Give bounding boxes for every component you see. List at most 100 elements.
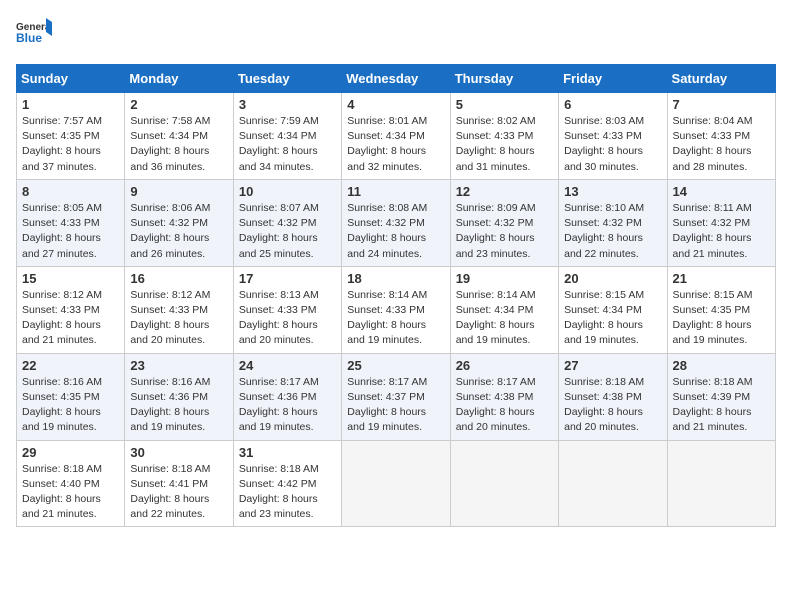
day-info: Sunrise: 7:58 AM Sunset: 4:34 PM Dayligh… <box>130 114 227 175</box>
day-number: 24 <box>239 358 336 373</box>
day-info: Sunrise: 8:05 AM Sunset: 4:33 PM Dayligh… <box>22 201 119 262</box>
day-info: Sunrise: 8:18 AM Sunset: 4:42 PM Dayligh… <box>239 462 336 523</box>
day-info: Sunrise: 8:17 AM Sunset: 4:38 PM Dayligh… <box>456 375 553 436</box>
day-info: Sunrise: 8:04 AM Sunset: 4:33 PM Dayligh… <box>673 114 770 175</box>
calendar-week-row: 15 Sunrise: 8:12 AM Sunset: 4:33 PM Dayli… <box>17 266 776 353</box>
day-number: 8 <box>22 184 119 199</box>
calendar-day-cell <box>559 440 667 527</box>
day-number: 19 <box>456 271 553 286</box>
day-info: Sunrise: 8:16 AM Sunset: 4:35 PM Dayligh… <box>22 375 119 436</box>
day-info: Sunrise: 8:14 AM Sunset: 4:34 PM Dayligh… <box>456 288 553 349</box>
calendar-week-row: 29 Sunrise: 8:18 AM Sunset: 4:40 PM Dayli… <box>17 440 776 527</box>
day-info: Sunrise: 8:03 AM Sunset: 4:33 PM Dayligh… <box>564 114 661 175</box>
day-info: Sunrise: 8:12 AM Sunset: 4:33 PM Dayligh… <box>22 288 119 349</box>
day-number: 31 <box>239 445 336 460</box>
weekday-header-wednesday: Wednesday <box>342 65 450 93</box>
calendar-day-cell: 15 Sunrise: 8:12 AM Sunset: 4:33 PM Dayli… <box>17 266 125 353</box>
logo-icon: General Blue <box>16 16 52 52</box>
calendar-day-cell: 7Sunrise: 8:04 AM Sunset: 4:33 PM Daylig… <box>667 93 775 180</box>
day-number: 10 <box>239 184 336 199</box>
calendar-day-cell: 5 Sunrise: 8:02 AM Sunset: 4:33 PM Daylig… <box>450 93 558 180</box>
day-number: 3 <box>239 97 336 112</box>
calendar-day-cell: 25 Sunrise: 8:17 AM Sunset: 4:37 PM Dayli… <box>342 353 450 440</box>
calendar-day-cell: 8 Sunrise: 8:05 AM Sunset: 4:33 PM Daylig… <box>17 179 125 266</box>
calendar-day-cell: 9Sunrise: 8:06 AM Sunset: 4:32 PM Daylig… <box>125 179 233 266</box>
day-number: 14 <box>673 184 770 199</box>
calendar-day-cell: 27Sunrise: 8:18 AM Sunset: 4:38 PM Dayli… <box>559 353 667 440</box>
weekday-header-row: SundayMondayTuesdayWednesdayThursdayFrid… <box>17 65 776 93</box>
day-info: Sunrise: 8:17 AM Sunset: 4:37 PM Dayligh… <box>347 375 444 436</box>
day-info: Sunrise: 8:15 AM Sunset: 4:34 PM Dayligh… <box>564 288 661 349</box>
day-number: 26 <box>456 358 553 373</box>
day-number: 12 <box>456 184 553 199</box>
day-info: Sunrise: 8:18 AM Sunset: 4:41 PM Dayligh… <box>130 462 227 523</box>
calendar-day-cell: 21Sunrise: 8:15 AM Sunset: 4:35 PM Dayli… <box>667 266 775 353</box>
day-number: 20 <box>564 271 661 286</box>
day-number: 29 <box>22 445 119 460</box>
day-number: 9 <box>130 184 227 199</box>
day-info: Sunrise: 8:07 AM Sunset: 4:32 PM Dayligh… <box>239 201 336 262</box>
day-number: 4 <box>347 97 444 112</box>
calendar-day-cell: 26 Sunrise: 8:17 AM Sunset: 4:38 PM Dayli… <box>450 353 558 440</box>
day-number: 13 <box>564 184 661 199</box>
svg-text:Blue: Blue <box>16 31 42 45</box>
calendar-day-cell: 2 Sunrise: 7:58 AM Sunset: 4:34 PM Daylig… <box>125 93 233 180</box>
day-number: 5 <box>456 97 553 112</box>
calendar-week-row: 1 Sunrise: 7:57 AM Sunset: 4:35 PM Daylig… <box>17 93 776 180</box>
logo-container: General Blue <box>16 16 52 52</box>
day-number: 1 <box>22 97 119 112</box>
calendar-table: SundayMondayTuesdayWednesdayThursdayFrid… <box>16 64 776 527</box>
calendar-day-cell: 19 Sunrise: 8:14 AM Sunset: 4:34 PM Dayli… <box>450 266 558 353</box>
weekday-header-monday: Monday <box>125 65 233 93</box>
weekday-header-sunday: Sunday <box>17 65 125 93</box>
day-info: Sunrise: 7:57 AM Sunset: 4:35 PM Dayligh… <box>22 114 119 175</box>
calendar-day-cell: 3 Sunrise: 7:59 AM Sunset: 4:34 PM Daylig… <box>233 93 341 180</box>
calendar-day-cell: 11 Sunrise: 8:08 AM Sunset: 4:32 PM Dayli… <box>342 179 450 266</box>
day-number: 2 <box>130 97 227 112</box>
weekday-header-friday: Friday <box>559 65 667 93</box>
day-number: 27 <box>564 358 661 373</box>
day-info: Sunrise: 8:13 AM Sunset: 4:33 PM Dayligh… <box>239 288 336 349</box>
day-number: 28 <box>673 358 770 373</box>
day-info: Sunrise: 8:14 AM Sunset: 4:33 PM Dayligh… <box>347 288 444 349</box>
day-info: Sunrise: 8:15 AM Sunset: 4:35 PM Dayligh… <box>673 288 770 349</box>
day-number: 25 <box>347 358 444 373</box>
day-number: 17 <box>239 271 336 286</box>
day-info: Sunrise: 8:17 AM Sunset: 4:36 PM Dayligh… <box>239 375 336 436</box>
day-number: 16 <box>130 271 227 286</box>
calendar-day-cell: 13 Sunrise: 8:10 AM Sunset: 4:32 PM Dayli… <box>559 179 667 266</box>
day-number: 18 <box>347 271 444 286</box>
logo: General Blue <box>16 16 52 52</box>
day-info: Sunrise: 8:01 AM Sunset: 4:34 PM Dayligh… <box>347 114 444 175</box>
page-header: General Blue <box>16 16 776 52</box>
day-info: Sunrise: 8:12 AM Sunset: 4:33 PM Dayligh… <box>130 288 227 349</box>
calendar-day-cell: 1 Sunrise: 7:57 AM Sunset: 4:35 PM Daylig… <box>17 93 125 180</box>
day-info: Sunrise: 8:16 AM Sunset: 4:36 PM Dayligh… <box>130 375 227 436</box>
calendar-day-cell: 18 Sunrise: 8:14 AM Sunset: 4:33 PM Dayli… <box>342 266 450 353</box>
calendar-week-row: 22Sunrise: 8:16 AM Sunset: 4:35 PM Dayli… <box>17 353 776 440</box>
day-info: Sunrise: 8:10 AM Sunset: 4:32 PM Dayligh… <box>564 201 661 262</box>
day-info: Sunrise: 8:18 AM Sunset: 4:40 PM Dayligh… <box>22 462 119 523</box>
day-info: Sunrise: 8:08 AM Sunset: 4:32 PM Dayligh… <box>347 201 444 262</box>
day-number: 30 <box>130 445 227 460</box>
calendar-day-cell <box>667 440 775 527</box>
calendar-day-cell: 12Sunrise: 8:09 AM Sunset: 4:32 PM Dayli… <box>450 179 558 266</box>
calendar-day-cell: 23 Sunrise: 8:16 AM Sunset: 4:36 PM Dayli… <box>125 353 233 440</box>
day-number: 23 <box>130 358 227 373</box>
calendar-day-cell: 4 Sunrise: 8:01 AM Sunset: 4:34 PM Daylig… <box>342 93 450 180</box>
calendar-day-cell: 6Sunrise: 8:03 AM Sunset: 4:33 PM Daylig… <box>559 93 667 180</box>
day-number: 15 <box>22 271 119 286</box>
calendar-day-cell: 16 Sunrise: 8:12 AM Sunset: 4:33 PM Dayli… <box>125 266 233 353</box>
calendar-day-cell <box>450 440 558 527</box>
calendar-day-cell: 28Sunrise: 8:18 AM Sunset: 4:39 PM Dayli… <box>667 353 775 440</box>
weekday-header-saturday: Saturday <box>667 65 775 93</box>
calendar-day-cell: 30 Sunrise: 8:18 AM Sunset: 4:41 PM Dayli… <box>125 440 233 527</box>
calendar-day-cell: 29 Sunrise: 8:18 AM Sunset: 4:40 PM Dayli… <box>17 440 125 527</box>
calendar-day-cell: 14 Sunrise: 8:11 AM Sunset: 4:32 PM Dayli… <box>667 179 775 266</box>
day-info: Sunrise: 8:02 AM Sunset: 4:33 PM Dayligh… <box>456 114 553 175</box>
day-number: 11 <box>347 184 444 199</box>
day-info: Sunrise: 7:59 AM Sunset: 4:34 PM Dayligh… <box>239 114 336 175</box>
day-info: Sunrise: 8:11 AM Sunset: 4:32 PM Dayligh… <box>673 201 770 262</box>
calendar-day-cell: 31 Sunrise: 8:18 AM Sunset: 4:42 PM Dayli… <box>233 440 341 527</box>
calendar-week-row: 8 Sunrise: 8:05 AM Sunset: 4:33 PM Daylig… <box>17 179 776 266</box>
